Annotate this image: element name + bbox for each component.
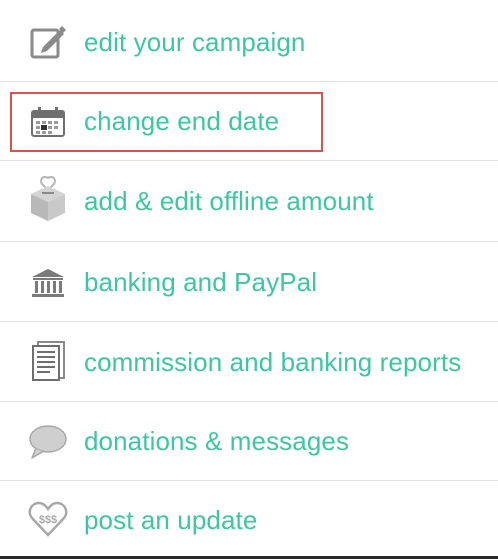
menu-item-label: donations & messages (84, 426, 350, 456)
menu-item-banking-paypal[interactable]: banking and PayPal (0, 242, 498, 321)
menu-item-label: edit your campaign (84, 27, 306, 57)
svg-text:$$$: $$$ (39, 514, 57, 526)
edit-icon (28, 22, 68, 62)
menu-item-label: banking and PayPal (84, 267, 318, 297)
menu-item-label: add & edit offline amount (84, 186, 374, 216)
reports-icon (28, 341, 68, 381)
menu-item-label: post an update (84, 505, 258, 535)
menu-item-offline-amount[interactable]: add & edit offline amount (0, 161, 498, 241)
menu-item-post-update[interactable]: $$$ post an update (0, 481, 498, 556)
menu-item-reports[interactable]: commission and banking reports (0, 322, 498, 401)
menu-item-donations-messages[interactable]: donations & messages (0, 402, 498, 480)
campaign-actions-menu: edit your campaign change end date add &… (0, 0, 498, 559)
menu-item-label: change end date (84, 106, 280, 136)
calendar-icon (28, 102, 68, 142)
bank-icon (28, 263, 68, 303)
menu-item-change-end-date[interactable]: change end date (0, 82, 498, 160)
menu-item-edit-campaign[interactable]: edit your campaign (0, 0, 498, 81)
menu-item-label: commission and banking reports (84, 347, 462, 377)
speech-bubble-icon (28, 422, 68, 462)
heart-money-icon: $$$ (28, 499, 68, 539)
donation-box-icon (28, 176, 68, 221)
